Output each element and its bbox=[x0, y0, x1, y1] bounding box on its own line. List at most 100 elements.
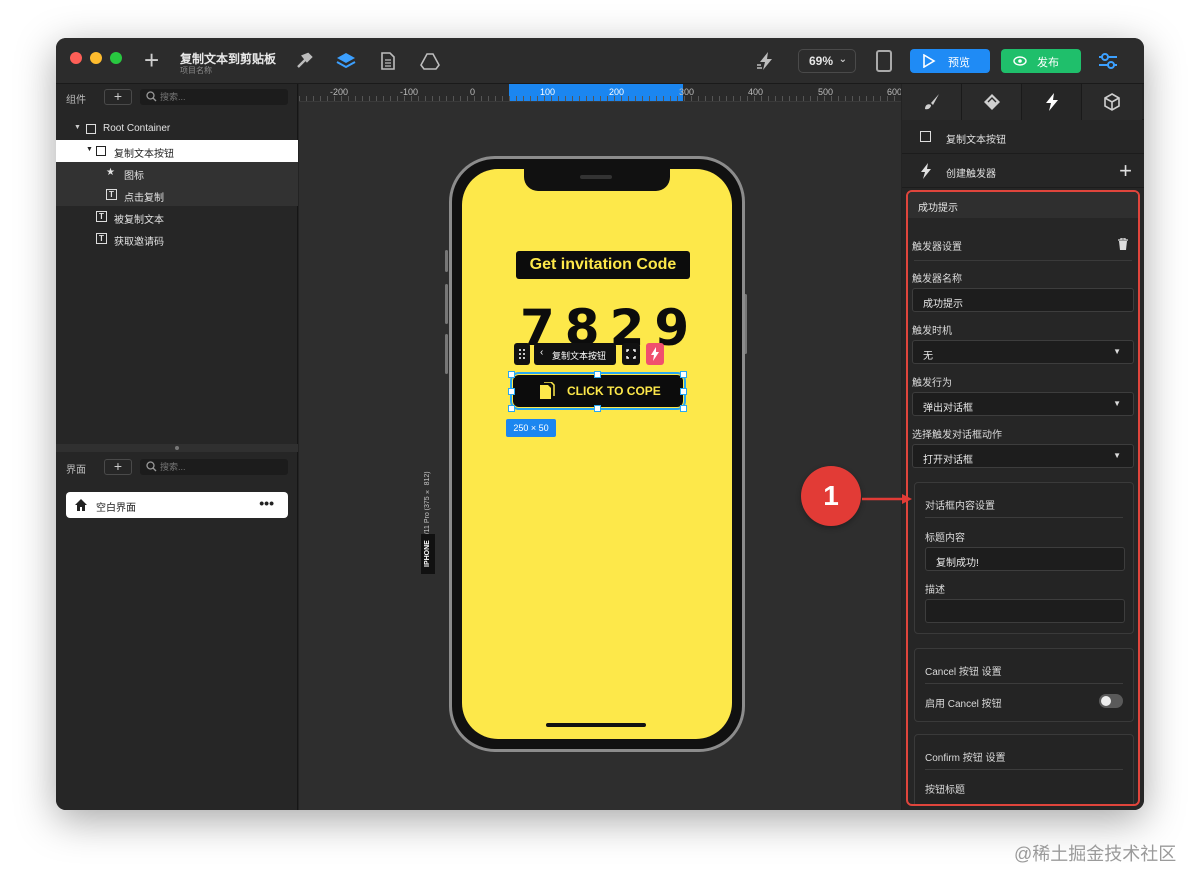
close-window-button[interactable] bbox=[70, 52, 82, 64]
file-copy-icon bbox=[540, 382, 555, 399]
trigger-button[interactable] bbox=[646, 343, 664, 365]
chevron-left-icon: ‹ bbox=[540, 347, 544, 358]
description-label: 描述 bbox=[925, 585, 945, 596]
trash-icon[interactable] bbox=[1118, 238, 1128, 250]
app-window: + 复制文本到剪贴板 项目名称 69% ⌄ 预览 发布 组件 + 搜索... ▼… bbox=[56, 38, 1144, 810]
description-input[interactable] bbox=[925, 599, 1125, 623]
selected-element-name: 复制文本按钮 bbox=[946, 135, 1006, 146]
resize-handle[interactable] bbox=[680, 388, 687, 395]
parent-select-button[interactable]: ‹ 复制文本按钮 bbox=[534, 343, 616, 365]
drag-handle[interactable] bbox=[514, 343, 530, 365]
screen-item-blank[interactable]: 空白界面 ••• bbox=[66, 492, 288, 518]
caret-down-icon[interactable]: ▼ bbox=[74, 124, 81, 131]
home-indicator bbox=[546, 723, 646, 727]
text-icon: T bbox=[96, 211, 107, 222]
tree-item-label: 图标 bbox=[124, 171, 144, 182]
tab-style[interactable] bbox=[902, 84, 962, 120]
tree-item-copied-text[interactable]: T 被复制文本 bbox=[56, 206, 298, 228]
screens-header: 界面 + bbox=[56, 456, 298, 478]
device-icon[interactable] bbox=[876, 50, 892, 72]
dialog-action-label: 选择触发对话框动作 bbox=[912, 430, 1002, 441]
cube-icon bbox=[1104, 93, 1120, 111]
caret-down-icon[interactable]: ▼ bbox=[86, 146, 93, 153]
section-divider bbox=[925, 769, 1123, 770]
chevron-down-icon: ▼ bbox=[1113, 451, 1121, 460]
expand-button[interactable] bbox=[622, 343, 640, 365]
resize-handle[interactable] bbox=[594, 371, 601, 378]
minimize-window-button[interactable] bbox=[90, 52, 102, 64]
invite-title[interactable]: Get invitation Code bbox=[516, 251, 690, 279]
container-icon bbox=[920, 131, 931, 142]
resize-handle[interactable] bbox=[508, 405, 515, 412]
copy-button[interactable]: CLICK TO COPE bbox=[510, 372, 686, 410]
right-panel: 复制文本按钮 创建触发器 + 成功提示 触发器设置 触发器名称 成功提示 触发时… bbox=[902, 84, 1144, 810]
tree-item-get-invite-code[interactable]: T 获取邀请码 bbox=[56, 228, 298, 250]
tree-item-root-container[interactable]: ▼ Root Container bbox=[56, 118, 298, 140]
tab-components[interactable] bbox=[962, 84, 1022, 120]
search-icon bbox=[146, 91, 157, 102]
cancel-settings-label: Cancel 按钮 设置 bbox=[925, 667, 1002, 678]
trigger-name-input[interactable]: 成功提示 bbox=[912, 288, 1134, 312]
dialog-action-select[interactable]: 打开对话框 ▼ bbox=[912, 444, 1134, 468]
chevron-down-icon: ▼ bbox=[1113, 399, 1121, 408]
ruler-tick: 500 bbox=[818, 87, 834, 97]
create-trigger-label: 创建触发器 bbox=[946, 169, 996, 180]
copy-button-label: CLICK TO COPE bbox=[567, 384, 661, 398]
lightning-icon[interactable] bbox=[756, 51, 776, 71]
trigger-header[interactable]: 成功提示 bbox=[908, 192, 1138, 218]
components-header: 组件 + bbox=[56, 86, 298, 108]
text-icon: T bbox=[106, 189, 117, 200]
tree-item-copy-button[interactable]: ▼ 复制文本按钮 bbox=[56, 140, 298, 162]
tree-item-click-copy[interactable]: T 点击复制 bbox=[56, 184, 298, 206]
preview-button[interactable]: 预览 bbox=[910, 49, 990, 73]
trigger-settings-label: 触发器设置 bbox=[912, 242, 962, 253]
zoom-select[interactable]: 69% ⌄ bbox=[798, 49, 856, 73]
chevron-down-icon: ▼ bbox=[1113, 347, 1121, 356]
publish-label: 发布 bbox=[1037, 57, 1059, 69]
add-trigger-button[interactable]: + bbox=[1119, 158, 1132, 184]
text-icon: T bbox=[96, 233, 107, 244]
add-icon[interactable]: + bbox=[144, 47, 159, 73]
tree-item-icon[interactable]: ★ 图标 bbox=[56, 162, 298, 184]
brush-icon bbox=[925, 94, 939, 110]
resize-handle[interactable] bbox=[594, 405, 601, 412]
ruler-ticks bbox=[299, 96, 901, 101]
resize-handle[interactable] bbox=[508, 388, 515, 395]
resize-handle[interactable] bbox=[680, 371, 687, 378]
sliders-icon[interactable] bbox=[1098, 52, 1118, 70]
title-content-input[interactable]: 复制成功! bbox=[925, 547, 1125, 571]
components-search[interactable] bbox=[140, 89, 288, 105]
add-screen-button[interactable]: + bbox=[104, 459, 132, 475]
trigger-timing-label: 触发时机 bbox=[912, 326, 952, 337]
eye-icon bbox=[1013, 56, 1027, 66]
resize-handle[interactable] bbox=[680, 405, 687, 412]
panel-resize-handle[interactable] bbox=[56, 444, 298, 452]
design-canvas[interactable]: -200 -100 0 100 200 300 400 500 600 iPho… bbox=[299, 84, 901, 810]
home-icon bbox=[75, 499, 87, 511]
layers-icon[interactable] bbox=[336, 51, 356, 71]
enable-cancel-toggle[interactable] bbox=[1099, 694, 1123, 708]
title-content-value: 复制成功! bbox=[936, 558, 979, 569]
phone-screen[interactable]: Get invitation Code 7829 ‹ 复制文本按钮 CLICK … bbox=[462, 169, 732, 739]
add-component-button[interactable]: + bbox=[104, 89, 132, 105]
drive-icon[interactable] bbox=[420, 51, 440, 71]
project-subtitle: 项目名称 bbox=[180, 66, 212, 75]
tab-interactions[interactable] bbox=[1022, 84, 1082, 120]
resize-handle[interactable] bbox=[508, 371, 515, 378]
create-trigger-row[interactable]: 创建触发器 + bbox=[902, 154, 1144, 188]
trigger-timing-select[interactable]: 无 ▼ bbox=[912, 340, 1134, 364]
lightning-icon bbox=[1046, 93, 1058, 111]
trigger-action-select[interactable]: 弹出对话框 ▼ bbox=[912, 392, 1134, 416]
publish-button[interactable]: 发布 bbox=[1001, 49, 1081, 73]
phone-notch bbox=[524, 169, 670, 191]
components-search-input[interactable] bbox=[160, 90, 280, 104]
hammer-icon[interactable] bbox=[294, 51, 314, 71]
screens-search[interactable] bbox=[140, 459, 288, 475]
maximize-window-button[interactable] bbox=[110, 52, 122, 64]
more-icon[interactable]: ••• bbox=[259, 495, 274, 511]
screens-search-input[interactable] bbox=[160, 460, 280, 474]
tree-item-label: 点击复制 bbox=[124, 193, 164, 204]
document-icon[interactable] bbox=[378, 51, 398, 71]
horizontal-ruler: -200 -100 0 100 200 300 400 500 600 bbox=[299, 84, 901, 102]
tab-data[interactable] bbox=[1082, 84, 1142, 120]
